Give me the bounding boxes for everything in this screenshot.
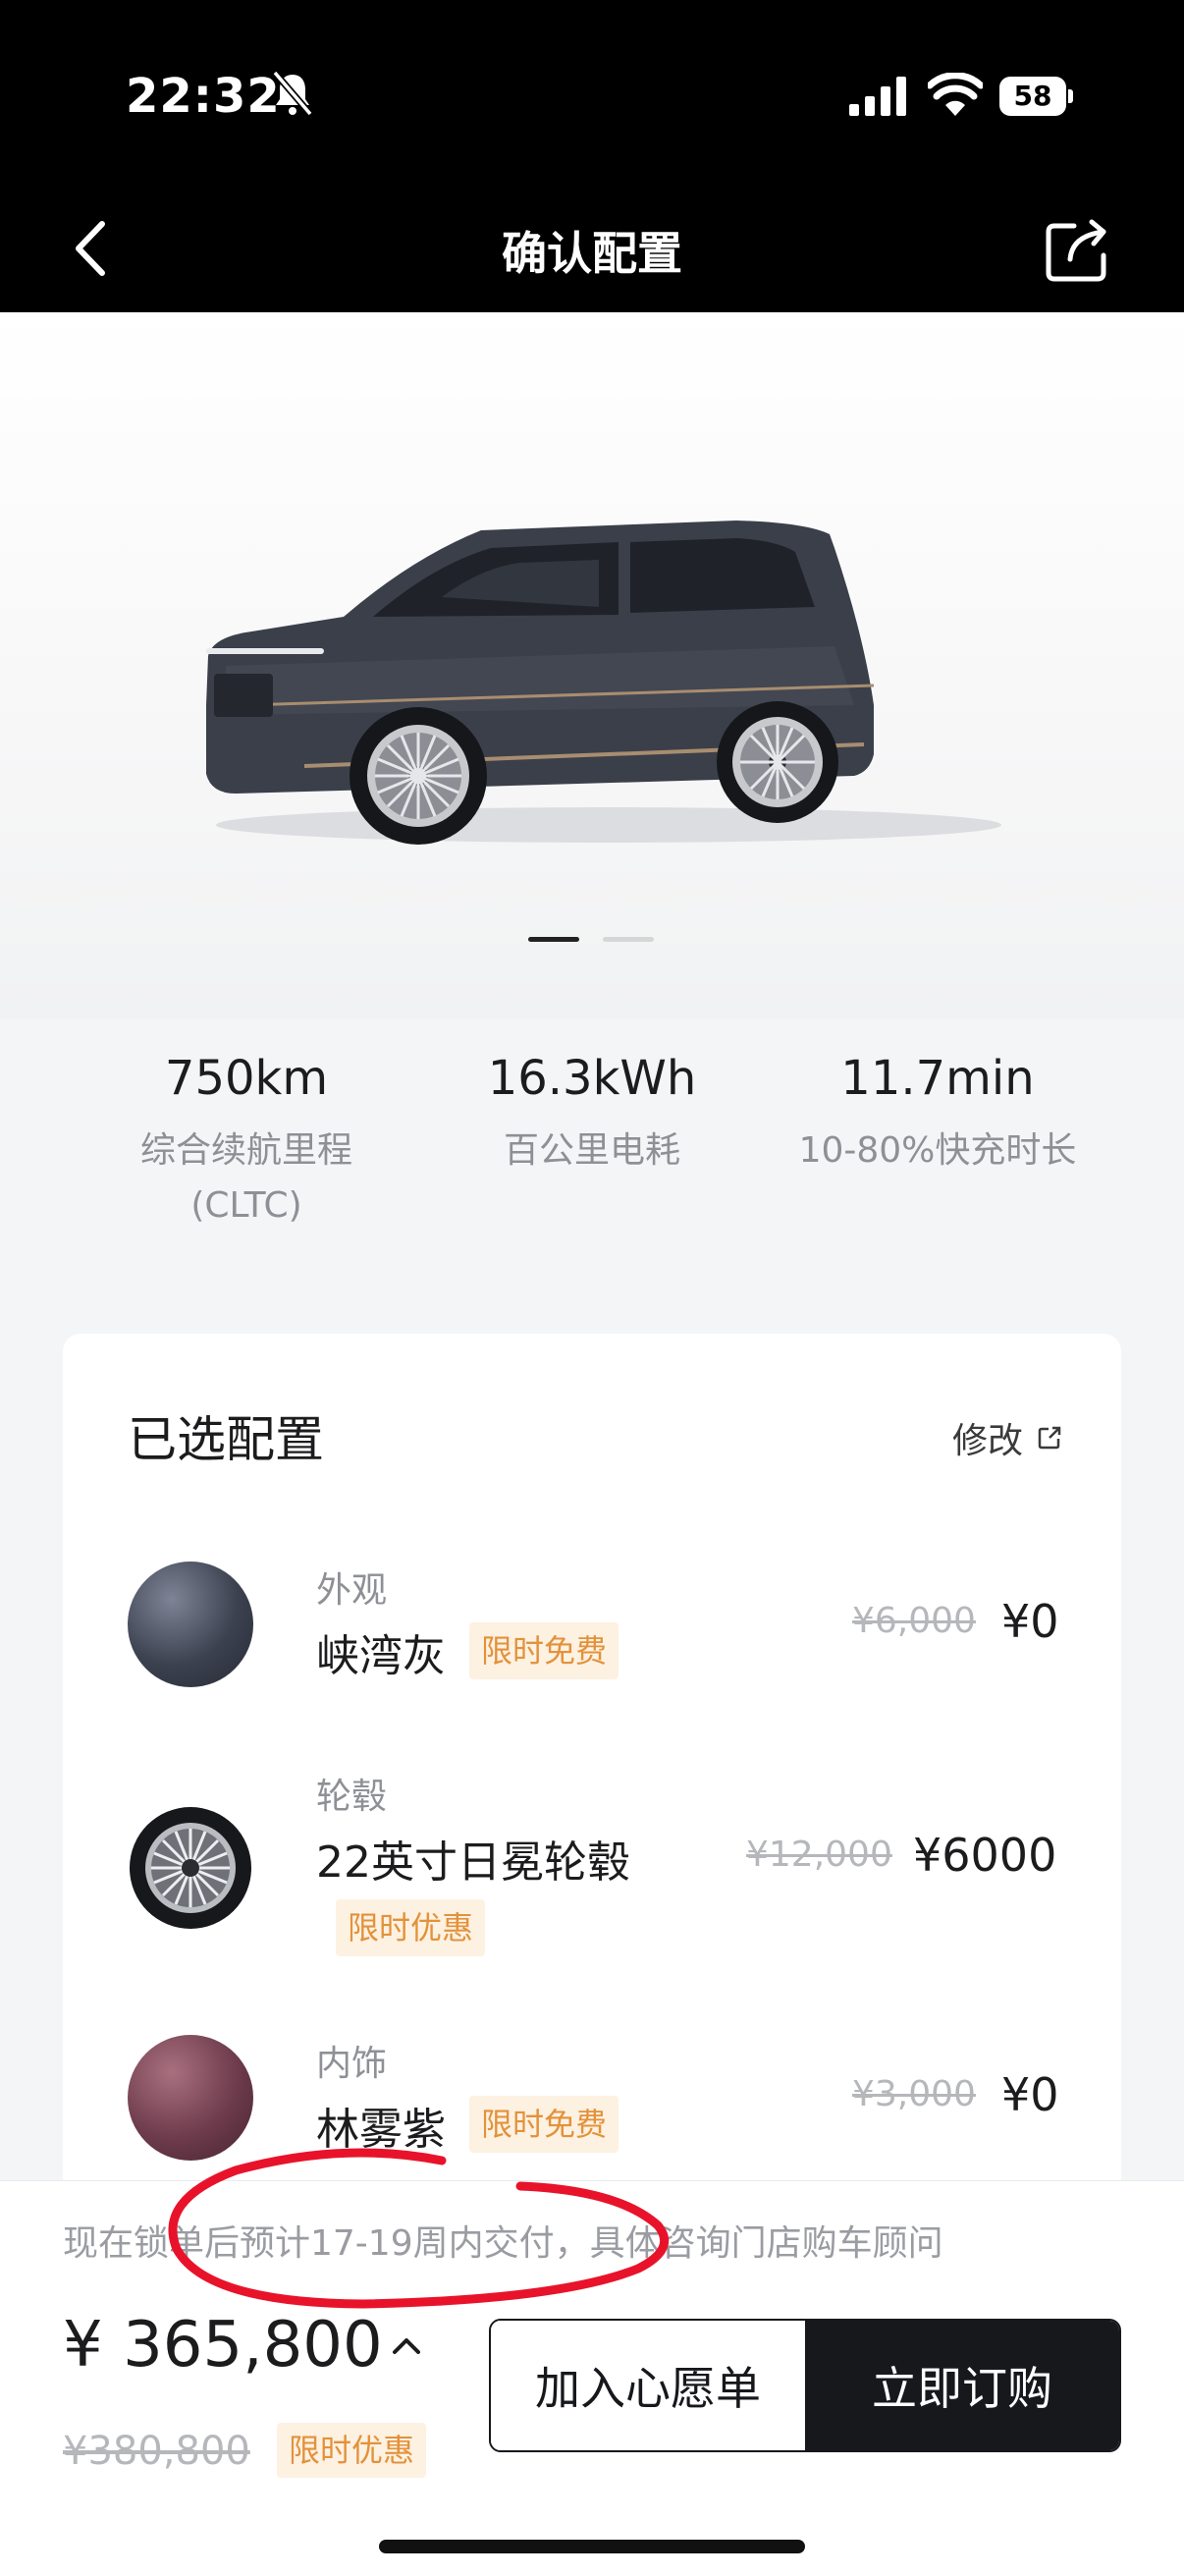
- item-name: 22英寸日冕轮毂: [316, 1837, 630, 1888]
- external-link-icon: [1038, 1426, 1061, 1450]
- order-now-button[interactable]: 立即订购: [805, 2321, 1119, 2450]
- wifi-icon: [928, 73, 983, 116]
- selected-config-card: 已选配置 修改 外观 峡湾灰 限时免费 ¥6,000 ¥0 轮毂 22英寸日冕轮…: [63, 1334, 1121, 2237]
- edit-config-button[interactable]: 修改: [952, 1412, 1062, 1463]
- config-item-wheels[interactable]: 轮毂 22英寸日冕轮毂 限时优惠 ¥12,000 ¥6000: [63, 1768, 1121, 1964]
- edit-label: 修改: [951, 1421, 1023, 1461]
- item-category: 轮毂: [316, 1777, 388, 1817]
- promo-tag: 限时免费: [469, 2096, 619, 2153]
- spec-fast-charge: 11.7min 10-80%快充时长: [766, 1049, 1109, 1178]
- home-indicator[interactable]: [379, 2540, 805, 2553]
- item-name: 林雾紫: [316, 2105, 446, 2155]
- original-total: ¥380,800: [63, 2429, 250, 2474]
- spec-label: 综合续航里程 (CLTC): [139, 1130, 352, 1226]
- item-category: 外观: [316, 1570, 388, 1611]
- top-bar: 22:32 58 确认配置: [0, 0, 1184, 312]
- config-item-exterior[interactable]: 外观 峡湾灰 限时免费 ¥6,000 ¥0: [63, 1562, 1121, 1709]
- spec-value: 16.3kWh: [487, 1051, 697, 1106]
- add-to-wishlist-button[interactable]: 加入心愿单: [491, 2321, 805, 2450]
- exterior-color-swatch: [128, 1562, 253, 1687]
- bell-slash-icon: [272, 70, 313, 117]
- car-image: [206, 521, 1001, 845]
- total-price: ¥ 365,800: [63, 2309, 383, 2382]
- item-name: 峡湾灰: [316, 1631, 446, 1681]
- spec-consumption: 16.3kWh 百公里电耗: [420, 1049, 764, 1178]
- item-category: 内饰: [316, 2044, 388, 2084]
- original-price: ¥6,000: [852, 1601, 976, 1641]
- spec-label: 10-80%快充时长: [798, 1130, 1077, 1171]
- interior-color-swatch: [128, 2035, 253, 2161]
- share-button[interactable]: [1043, 214, 1113, 285]
- carousel-indicator[interactable]: [603, 937, 654, 942]
- spec-value: 11.7min: [840, 1051, 1035, 1106]
- item-price: ¥0: [1001, 1595, 1059, 1648]
- original-price: ¥12,000: [746, 1835, 892, 1875]
- chevron-up-icon[interactable]: [387, 2327, 426, 2366]
- wheel-thumbnail: [130, 1807, 251, 1929]
- carousel-indicator-active[interactable]: [528, 937, 579, 942]
- promo-tag: 限时优惠: [336, 1899, 486, 1956]
- card-title: 已选配置: [128, 1411, 324, 1468]
- promo-tag: 限时优惠: [277, 2423, 427, 2478]
- signal-icon: [849, 77, 906, 116]
- page-title: 确认配置: [502, 227, 682, 280]
- item-price: ¥6000: [913, 1829, 1057, 1882]
- spec-value: 750km: [164, 1051, 329, 1106]
- promo-tag: 限时免费: [469, 1622, 619, 1679]
- action-buttons: 加入心愿单 立即订购: [489, 2319, 1121, 2452]
- battery-icon: 58: [999, 77, 1074, 116]
- config-item-interior[interactable]: 内饰 林雾紫 限时免费 ¥3,000 ¥0: [63, 2035, 1121, 2182]
- spec-label: 百公里电耗: [503, 1130, 680, 1171]
- car-hero[interactable]: [0, 312, 1184, 1019]
- purchase-bar: 现在锁单后预计17-19周内交付，具体咨询门店购车顾问 ¥ 365,800 ¥3…: [0, 2180, 1184, 2576]
- battery-level: 58: [1013, 80, 1052, 112]
- status-time: 22:32: [126, 69, 281, 124]
- spec-range: 750km 综合续航里程 (CLTC): [75, 1049, 418, 1233]
- item-price: ¥0: [1001, 2068, 1059, 2121]
- delivery-note: 现在锁单后预计17-19周内交付，具体咨询门店购车顾问: [63, 2223, 943, 2264]
- original-price: ¥3,000: [852, 2074, 976, 2114]
